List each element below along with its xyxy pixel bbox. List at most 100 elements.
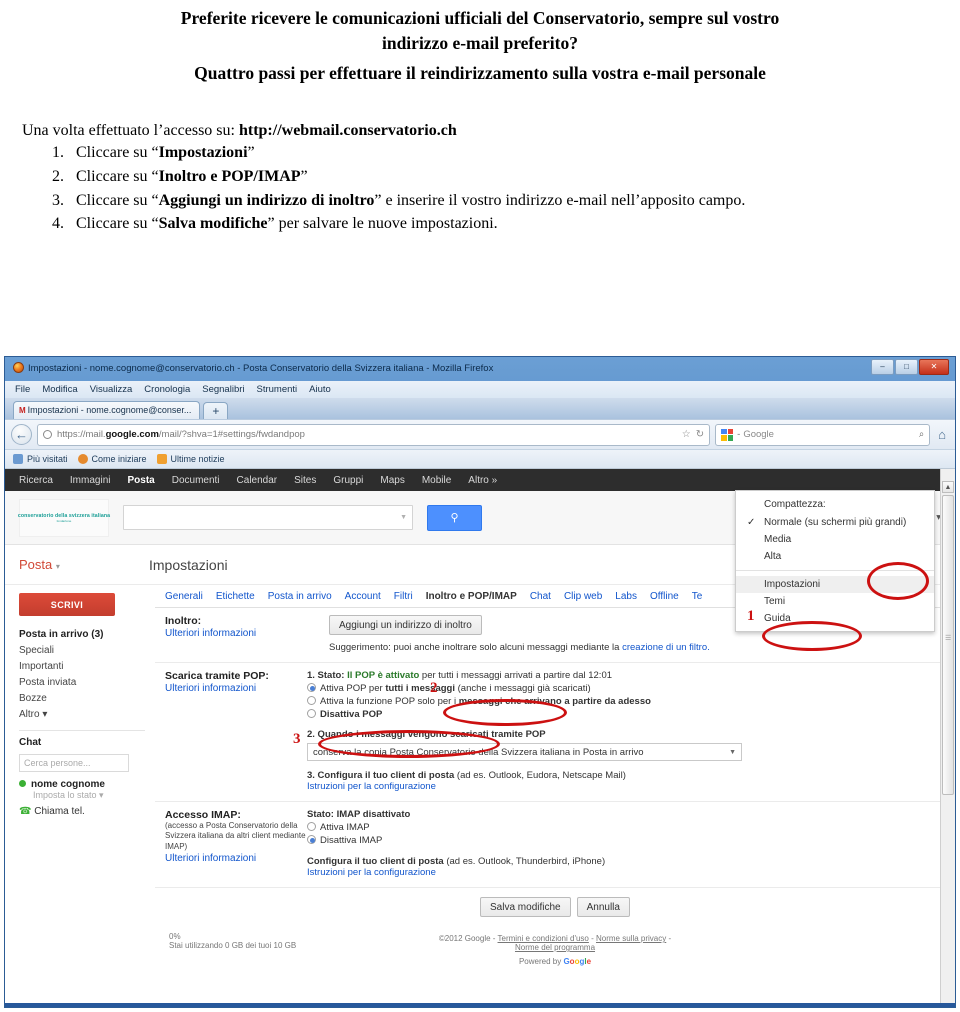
pop-option-disable[interactable]: Disattiva POP [307,709,941,720]
new-tab-button[interactable]: + [203,402,229,419]
gbar-documenti[interactable]: Documenti [172,475,220,486]
gbar-calendar[interactable]: Calendar [237,475,278,486]
gbar-ricerca[interactable]: Ricerca [19,475,53,486]
cancel-button[interactable]: Annulla [576,897,630,917]
tab-account[interactable]: Account [345,591,381,602]
menu-visualizza[interactable]: Visualizza [90,384,133,395]
gbar-gruppi[interactable]: Gruppi [333,475,363,486]
bookmark-piu-visitati[interactable]: Più visitati [27,454,68,464]
menu-item-normale[interactable]: Normale (su schermi più grandi) [736,514,934,531]
menu-file[interactable]: File [15,384,30,395]
call-phone-link[interactable]: ☎ Chiama tel. [19,806,145,817]
menu-item-media[interactable]: Media [736,531,934,548]
url-icons[interactable]: ☆ ↻ [682,429,704,440]
page-scrollbar[interactable]: ▲ ☰ [940,469,955,1003]
scrollbar-thumb[interactable] [942,495,954,795]
mail-dropdown[interactable]: Posta ▾ [19,557,149,572]
scroll-up-arrow[interactable]: ▲ [942,481,954,493]
menu-cronologia[interactable]: Cronologia [144,384,190,395]
forwarding-more-info-link[interactable]: Ulteriori informazioni [165,628,307,639]
save-changes-button[interactable]: Salva modifiche [480,897,571,917]
tab-chat[interactable]: Chat [530,591,551,602]
bookmark-ultime-notizie[interactable]: Ultime notizie [171,454,225,464]
home-icon[interactable]: ⌂ [935,427,949,442]
gbar-mobile[interactable]: Mobile [422,475,451,486]
bookmark-star-icon[interactable]: ☆ [682,429,691,440]
gmail-footer: 0% Stai utilizzando 0 GB dei tuoi 10 GB … [155,927,955,966]
create-filter-link[interactable]: creazione di un filtro. [622,642,710,653]
radio-icon[interactable] [307,709,316,718]
close-button[interactable]: ✕ [919,359,949,375]
sidebar-item-inbox[interactable]: Posta in arrivo (3) [19,626,145,642]
imap-more-info-link[interactable]: Ulteriori informazioni [165,853,307,864]
tab-etichette[interactable]: Etichette [216,591,255,602]
maximize-button[interactable]: □ [895,359,918,375]
sidebar-item-sent[interactable]: Posta inviata [19,674,145,690]
privacy-link[interactable]: Norme sulla privacy [596,934,666,943]
compose-button[interactable]: SCRIVI [19,593,115,616]
tab-posta-in-arrivo[interactable]: Posta in arrivo [268,591,332,602]
pop-config-instructions-link[interactable]: Istruzioni per la configurazione [307,781,436,792]
gbar-maps[interactable]: Maps [380,475,404,486]
tab-labs[interactable]: Labs [615,591,637,602]
tab-temi[interactable]: Te [692,591,703,602]
sidebar-item-more[interactable]: Altro ▾ [19,706,145,722]
sidebar-item-starred[interactable]: Speciali [19,642,145,658]
usage-text: Stai utilizzando 0 GB dei tuoi 10 GB [169,941,297,950]
menu-aiuto[interactable]: Aiuto [309,384,331,395]
sidebar-item-important[interactable]: Importanti [19,658,145,674]
gbar-altro[interactable]: Altro » [468,475,497,486]
sidebar-item-drafts[interactable]: Bozze [19,690,145,706]
back-icon[interactable]: ← [11,424,32,445]
imap-option-on[interactable]: Attiva IMAP [307,822,941,833]
chat-search-input[interactable]: Cerca persone... [19,754,129,772]
pop-more-info-link[interactable]: Ulteriori informazioni [165,683,307,694]
gbar-posta[interactable]: Posta [127,475,154,486]
browser-navbar[interactable]: ← https://mail. google.com/mail/?shva=1#s… [5,419,955,449]
menu-segnalibri[interactable]: Segnalibri [202,384,244,395]
minimize-button[interactable]: – [871,359,894,375]
menu-strumenti[interactable]: Strumenti [257,384,298,395]
menu-modifica[interactable]: Modifica [42,384,77,395]
tab-clip-web[interactable]: Clip web [564,591,602,602]
tab-generali[interactable]: Generali [165,591,203,602]
pop-option-from-now[interactable]: Attiva la funzione POP solo per i messag… [307,696,941,707]
reload-icon[interactable]: ↻ [696,429,704,440]
tab-inoltro-pop-imap[interactable]: Inoltro e POP/IMAP [426,591,517,602]
browser-search-input[interactable]: - Google ⌕ [715,423,931,446]
sidebar-divider [19,730,145,731]
gbar-sites[interactable]: Sites [294,475,316,486]
page-title: Impostazioni [149,556,228,573]
add-forwarding-address-button[interactable]: Aggiungi un indirizzo di inoltro [329,615,482,635]
imap-option-off[interactable]: Disattiva IMAP [307,835,941,846]
intro-prefix: Una volta effettuato l’accesso su: [22,122,239,140]
radio-icon[interactable] [307,835,316,844]
program-policies-link[interactable]: Norme del programma [515,943,595,952]
window-controls[interactable]: – □ ✕ [871,359,949,375]
magnifier-icon[interactable]: ⌕ [919,429,924,440]
pop-option-all[interactable]: Attiva POP per tutti i messaggi (anche i… [307,683,941,694]
gmail-search-input[interactable]: ▼ [123,505,413,530]
bookmark-come-iniziare[interactable]: Come iniziare [92,454,147,464]
google-services-bar[interactable]: Ricerca Immagini Posta Documenti Calenda… [5,469,955,491]
imap-config-instructions-link[interactable]: Istruzioni per la configurazione [307,867,436,878]
tab-filtri[interactable]: Filtri [394,591,413,602]
tab-offline[interactable]: Offline [650,591,679,602]
search-options-caret-icon[interactable]: ▼ [400,514,407,521]
gear-dropdown-menu[interactable]: Compattezza: Normale (su schermi più gra… [735,490,935,632]
chat-status-selector[interactable]: Imposta lo stato ▾ [19,790,145,801]
browser-tabstrip[interactable]: M Impostazioni - nome.cognome@conser... + [5,398,955,419]
browser-tab-active[interactable]: M Impostazioni - nome.cognome@conser... [13,401,201,419]
settings-action-row: Salva modifiche Annulla [155,888,955,927]
terms-link[interactable]: Termini e condizioni d'uso [498,934,589,943]
gmail-favicon: M [19,406,26,415]
radio-icon[interactable] [307,822,316,831]
chat-user-row[interactable]: nome cognome [19,779,145,790]
browser-menubar[interactable]: File Modifica Visualizza Cronologia Segnalib… [5,381,955,398]
radio-icon[interactable] [307,696,316,705]
bookmarks-bar[interactable]: Più visitati Come iniziare Ultime notizi… [5,449,955,468]
radio-icon[interactable] [307,683,316,692]
gmail-search-button[interactable]: ⚲ [427,504,482,531]
gbar-immagini[interactable]: Immagini [70,475,111,486]
url-input[interactable]: https://mail. google.com/mail/?shva=1#set… [37,423,711,446]
